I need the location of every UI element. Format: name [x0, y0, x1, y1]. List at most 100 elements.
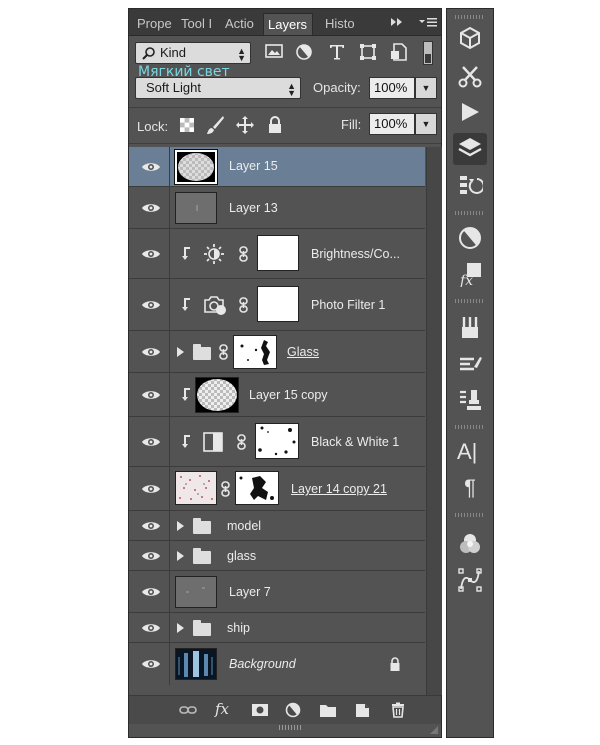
- opacity-dropdown-button[interactable]: ▼: [415, 77, 437, 99]
- chain-link-icon[interactable]: [239, 246, 248, 262]
- layer-row-ship-group[interactable]: ship: [129, 613, 425, 643]
- corner-resize-icon[interactable]: [427, 723, 439, 735]
- panel-menu-icon[interactable]: [417, 13, 439, 33]
- filter-pixel-icon[interactable]: [265, 43, 285, 63]
- layers-icon[interactable]: [453, 133, 487, 165]
- fill-dropdown-button[interactable]: ▼: [415, 113, 437, 135]
- lock-position-icon[interactable]: [235, 115, 255, 135]
- tab-tool-presets[interactable]: Tool I: [179, 13, 217, 35]
- expand-arrow-icon[interactable]: [177, 623, 184, 633]
- filter-toggle-switch[interactable]: [423, 41, 433, 65]
- chain-link-icon[interactable]: [219, 344, 228, 360]
- resize-grip-icon[interactable]: [279, 725, 301, 731]
- chain-link-icon[interactable]: [237, 434, 246, 450]
- eye-visibility-icon[interactable]: [141, 550, 161, 562]
- layer-row-brightness-contrast[interactable]: Brightness/Co...: [129, 229, 425, 279]
- divider: [169, 571, 170, 612]
- tab-layers[interactable]: Layers: [263, 13, 313, 35]
- layer-row-layer-14-copy-21[interactable]: Layer 14 copy 21: [129, 467, 425, 511]
- fill-input[interactable]: 100%: [369, 113, 415, 135]
- expand-arrow-icon[interactable]: [177, 347, 184, 357]
- adjustment-icon[interactable]: [285, 702, 303, 718]
- brushes-icon[interactable]: [457, 315, 483, 341]
- 3d-cube-icon[interactable]: [457, 25, 483, 51]
- layers-scrollbar[interactable]: [426, 147, 442, 695]
- layer-name: ship: [227, 621, 250, 635]
- fx-icon[interactable]: fx: [215, 700, 237, 718]
- layer-row-photo-filter[interactable]: Photo Filter 1: [129, 279, 425, 331]
- chain-link-icon[interactable]: [239, 297, 248, 313]
- layer-row-layer-13[interactable]: Layer 13: [129, 187, 425, 229]
- dock-grip: [455, 425, 485, 429]
- expand-arrow-icon[interactable]: [177, 521, 184, 531]
- chain-link-icon[interactable]: [221, 481, 230, 497]
- filter-smart-object-icon[interactable]: [390, 43, 410, 63]
- eye-visibility-icon[interactable]: [141, 161, 161, 173]
- trash-icon[interactable]: [389, 702, 407, 718]
- play-icon[interactable]: [457, 99, 483, 125]
- layer-row-model-group[interactable]: model: [129, 511, 425, 541]
- eye-visibility-icon[interactable]: [141, 299, 161, 311]
- collapse-arrows-icon[interactable]: [387, 13, 407, 33]
- divider: [169, 373, 170, 416]
- history-brush-icon[interactable]: [457, 173, 483, 199]
- eye-visibility-icon[interactable]: [141, 658, 161, 670]
- lock-all-icon[interactable]: [267, 115, 283, 135]
- blend-mode-select[interactable]: Soft Light ▲ ▼: [135, 77, 301, 99]
- filter-kind-value: Kind: [160, 45, 187, 60]
- divider: [169, 187, 170, 228]
- paragraph-icon[interactable]: ¶: [457, 475, 483, 501]
- paths-icon[interactable]: [457, 567, 483, 593]
- tab-properties[interactable]: Prope: [135, 13, 173, 35]
- mask-icon[interactable]: [251, 702, 269, 718]
- layer-row-black-white[interactable]: Black & White 1: [129, 417, 425, 467]
- eye-visibility-icon[interactable]: [141, 248, 161, 260]
- new-layer-icon[interactable]: [353, 702, 371, 718]
- panel-tab-bar: Prope Tool I Actio Layers Histo: [129, 9, 441, 36]
- folder-icon: [193, 620, 211, 636]
- filter-adjustment-icon[interactable]: [295, 43, 315, 63]
- eye-visibility-icon[interactable]: [141, 586, 161, 598]
- scissors-tools-icon[interactable]: [457, 63, 483, 89]
- eye-visibility-icon[interactable]: [141, 483, 161, 495]
- lock-image-pixels-icon[interactable]: [205, 115, 225, 135]
- divider: [169, 511, 170, 540]
- dock-grip: [455, 299, 485, 303]
- filter-kind-select[interactable]: Kind ▲ ▼: [135, 42, 251, 64]
- styles-fx-label: fx: [459, 273, 473, 287]
- divider: [169, 417, 170, 466]
- eye-visibility-icon[interactable]: [141, 520, 161, 532]
- layers-bottom-bar: fx: [129, 695, 441, 724]
- filter-shape-icon[interactable]: [359, 43, 379, 63]
- layer-row-layer-7[interactable]: Layer 7: [129, 571, 425, 613]
- opacity-input[interactable]: 100%: [369, 77, 415, 99]
- adjustments-circle-icon[interactable]: [457, 225, 483, 251]
- layer-row-background[interactable]: Background: [129, 643, 425, 685]
- eye-visibility-icon[interactable]: [141, 202, 161, 214]
- lock-transparent-pixels-icon[interactable]: [179, 117, 195, 133]
- layer-row-glass-lower-group[interactable]: glass: [129, 541, 425, 571]
- styles-fx-icon[interactable]: fx: [457, 261, 483, 287]
- layer-row-layer-15[interactable]: Layer 15: [129, 147, 425, 187]
- folder-icon[interactable]: [319, 702, 337, 718]
- layer-row-layer-15-copy[interactable]: Layer 15 copy: [129, 373, 425, 417]
- thumbnail-detail: [196, 205, 198, 211]
- clone-source-icon[interactable]: [457, 387, 483, 413]
- expand-arrow-icon[interactable]: [177, 551, 184, 561]
- folder-icon: [193, 548, 211, 564]
- dock-grip: [455, 211, 485, 215]
- eye-visibility-icon[interactable]: [141, 436, 161, 448]
- layer-thumbnail: [175, 576, 217, 608]
- eye-visibility-icon[interactable]: [141, 389, 161, 401]
- tab-actions[interactable]: Actio: [223, 13, 259, 35]
- character-icon[interactable]: A|: [457, 439, 483, 465]
- divider: [169, 229, 170, 278]
- eye-visibility-icon[interactable]: [141, 346, 161, 358]
- link-icon[interactable]: [179, 702, 197, 718]
- tab-history[interactable]: Histo: [323, 13, 363, 35]
- eye-visibility-icon[interactable]: [141, 622, 161, 634]
- channels-icon[interactable]: [457, 531, 483, 557]
- filter-type-icon[interactable]: [328, 43, 348, 63]
- layer-row-glass-group[interactable]: Glass: [129, 331, 425, 373]
- brush-presets-icon[interactable]: [457, 351, 483, 377]
